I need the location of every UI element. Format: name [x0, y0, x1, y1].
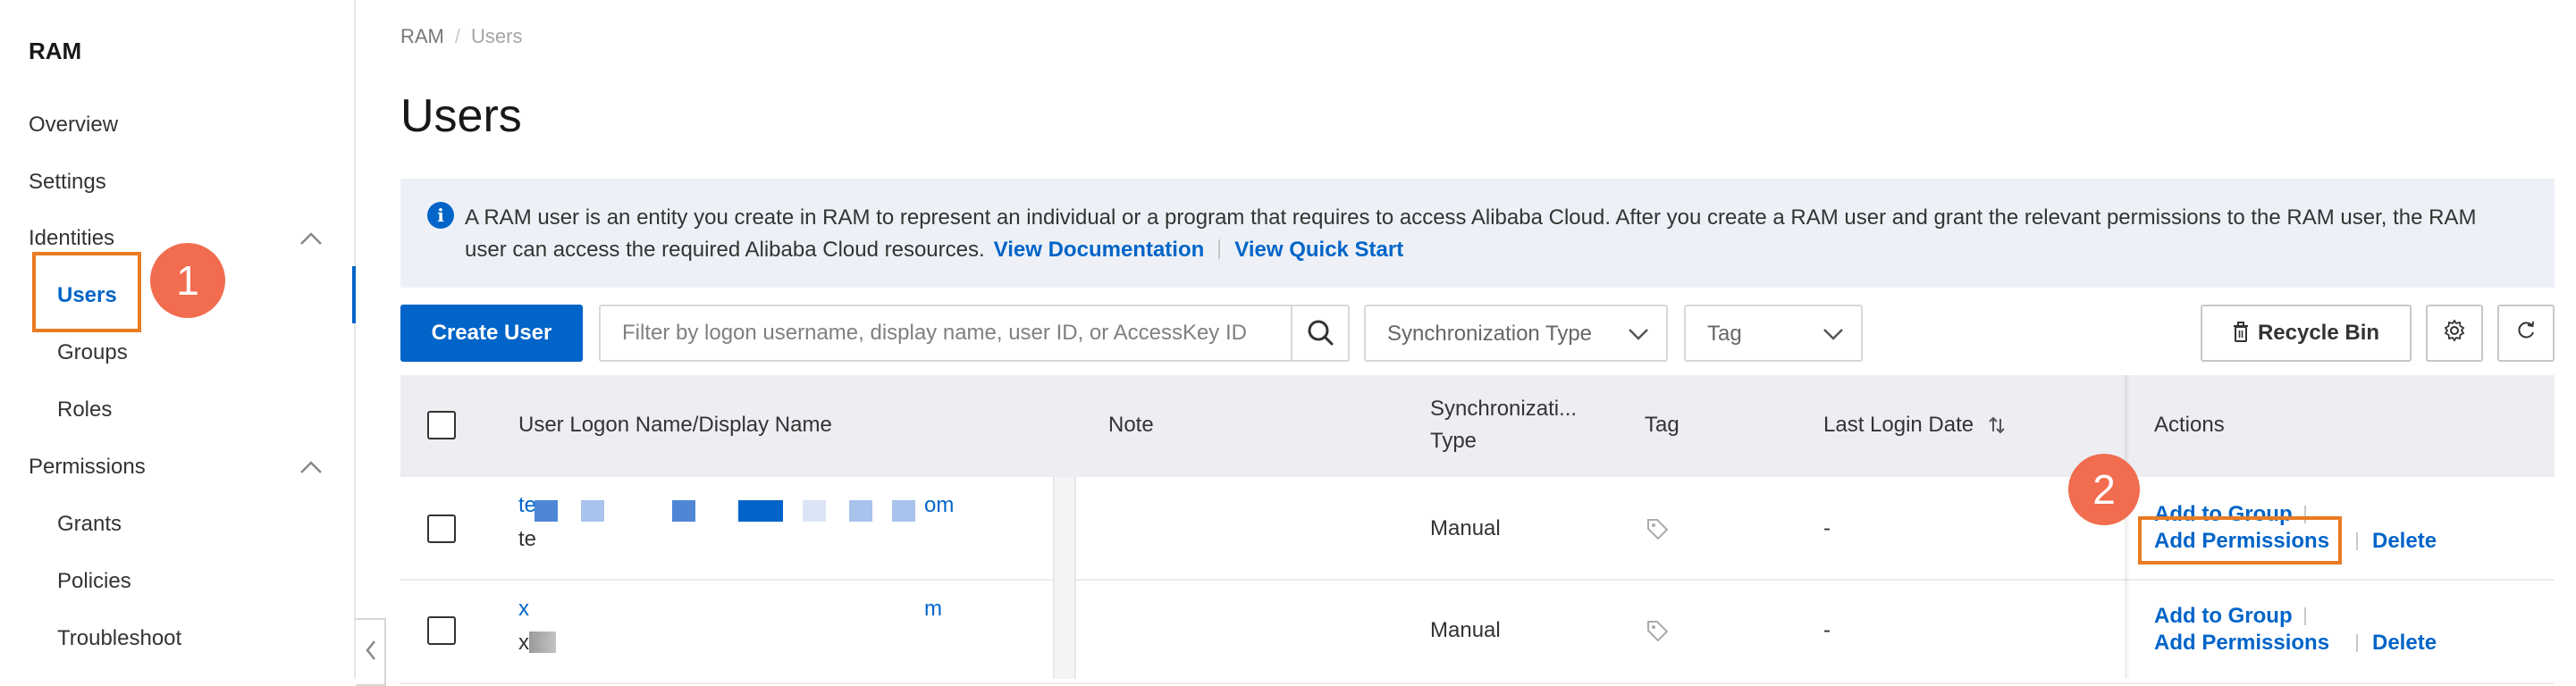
search-icon [1308, 320, 1334, 346]
user-display-name: x [518, 631, 556, 656]
column-resize-divider[interactable] [1053, 477, 1076, 679]
redaction-block [672, 500, 695, 522]
notice-body: A RAM user is an entity you create in RA… [465, 205, 2477, 262]
redaction-block [803, 500, 826, 522]
search-field [599, 305, 1350, 362]
redaction-block [529, 632, 556, 653]
step-badge-2: 2 [2068, 454, 2140, 525]
chevron-up-icon [300, 461, 322, 473]
last-login-value: - [1823, 618, 1831, 642]
column-header-name: User Logon Name/Display Name [518, 413, 832, 437]
sidebar-item-groups[interactable]: Groups [57, 340, 128, 365]
column-header-actions: Actions [2154, 413, 2225, 437]
page-title: Users [400, 90, 522, 142]
column-header-last-login[interactable]: Last Login Date [1823, 409, 2007, 441]
notice-text: A RAM user is an entity you create in RA… [465, 202, 2521, 266]
chevron-left-icon [366, 640, 375, 660]
user-logon-cell: xm [518, 597, 1019, 622]
row-checkbox[interactable] [427, 616, 456, 645]
sidebar-group-permissions[interactable]: Permissions [29, 455, 324, 480]
sidebar-item-overview[interactable]: Overview [29, 113, 118, 138]
sidebar-collapse-handle[interactable] [356, 618, 386, 686]
delete-link[interactable]: Delete [2372, 529, 2437, 554]
add-to-group-link[interactable]: Add to Group [2154, 604, 2293, 629]
create-user-button[interactable]: Create User [400, 305, 583, 362]
redaction-block [535, 500, 558, 522]
column-header-tag: Tag [1645, 413, 1679, 437]
sidebar-group-permissions-label: Permissions [29, 455, 146, 479]
user-logon-link[interactable]: xm [518, 597, 942, 621]
gear-icon [2444, 318, 2465, 342]
table-row: xm x Manual - Add to Group Add Permissio… [400, 581, 2555, 684]
breadcrumb: RAM / Users [400, 25, 522, 48]
sidebar-item-policies[interactable]: Policies [57, 569, 131, 594]
last-login-value: - [1823, 516, 1831, 540]
breadcrumb-ram[interactable]: RAM [400, 25, 444, 47]
user-logon-start: te [518, 493, 537, 517]
table-header: User Logon Name/Display Name Note Synchr… [400, 375, 2555, 477]
select-all-checkbox[interactable] [427, 411, 456, 439]
user-logon-end: om [924, 493, 955, 517]
add-permissions-link[interactable]: Add Permissions [2154, 631, 2329, 656]
trash-icon [2233, 322, 2248, 342]
chevron-down-icon [1629, 329, 1648, 340]
sidebar-title: RAM [29, 38, 82, 64]
redaction-block [849, 500, 872, 522]
user-display-start: x [518, 631, 529, 655]
settings-button[interactable] [2426, 305, 2483, 362]
sync-type-select[interactable]: Synchronization Type [1364, 305, 1668, 362]
tag-icon[interactable] [1645, 516, 1670, 541]
fixed-column-shadow [2125, 375, 2130, 679]
highlight-box-add-permissions [2138, 516, 2342, 565]
view-quick-start-link[interactable]: View Quick Start [1234, 238, 1403, 262]
user-display-name: te [518, 527, 537, 551]
redaction-block [892, 500, 915, 522]
tag-select[interactable]: Tag [1684, 305, 1863, 362]
chevron-up-icon [300, 232, 322, 245]
column-header-last-login-label: Last Login Date [1823, 413, 1974, 437]
info-notice: i A RAM user is an entity you create in … [400, 179, 2555, 288]
info-icon: i [427, 202, 454, 229]
column-header-sync-line1: Synchronizati... [1430, 397, 1578, 421]
search-input[interactable] [622, 314, 1284, 353]
action-separator [2356, 532, 2358, 550]
tag-icon[interactable] [1645, 618, 1670, 643]
sidebar-item-roles[interactable]: Roles [57, 397, 112, 422]
highlight-box-users [32, 252, 141, 332]
recycle-bin-label: Recycle Bin [2257, 321, 2380, 345]
search-button[interactable] [1291, 306, 1348, 360]
recycle-bin-button[interactable]: Recycle Bin [2201, 305, 2412, 362]
step-badge-1: 1 [150, 243, 225, 318]
sync-type-value: Manual [1430, 516, 1501, 540]
sort-icon[interactable] [1987, 415, 2007, 435]
breadcrumb-current: Users [471, 25, 523, 47]
breadcrumb-separator: / [454, 25, 461, 47]
user-logon-end: m [924, 597, 942, 621]
sync-type-value: Manual [1430, 618, 1501, 642]
delete-link[interactable]: Delete [2372, 631, 2437, 656]
column-header-sync-line2: Type [1430, 429, 1477, 453]
column-header-note: Note [1108, 413, 1154, 437]
sidebar-item-grants[interactable]: Grants [57, 512, 122, 537]
refresh-button[interactable] [2497, 305, 2555, 362]
chevron-down-icon [1823, 329, 1843, 340]
tag-select-label: Tag [1707, 322, 1742, 346]
refresh-icon [2518, 321, 2534, 338]
redaction-block [581, 500, 604, 522]
redaction-block [738, 500, 783, 522]
sidebar-group-identities-label: Identities [29, 226, 115, 250]
user-logon-start: x [518, 597, 529, 621]
view-documentation-link[interactable]: View Documentation [994, 238, 1205, 262]
row-checkbox[interactable] [427, 514, 456, 543]
sidebar-item-settings[interactable]: Settings [29, 170, 106, 195]
action-separator [2356, 634, 2358, 652]
sidebar-item-troubleshoot[interactable]: Troubleshoot [57, 626, 181, 651]
action-separator [2304, 607, 2306, 625]
sync-type-select-label: Synchronization Type [1387, 322, 1593, 346]
active-indicator [352, 266, 356, 323]
sidebar: RAM Overview Settings Identities Users G… [0, 0, 356, 679]
column-header-sync-type: Synchronizati... Type [1430, 393, 1577, 457]
notice-link-separator [1218, 239, 1221, 259]
